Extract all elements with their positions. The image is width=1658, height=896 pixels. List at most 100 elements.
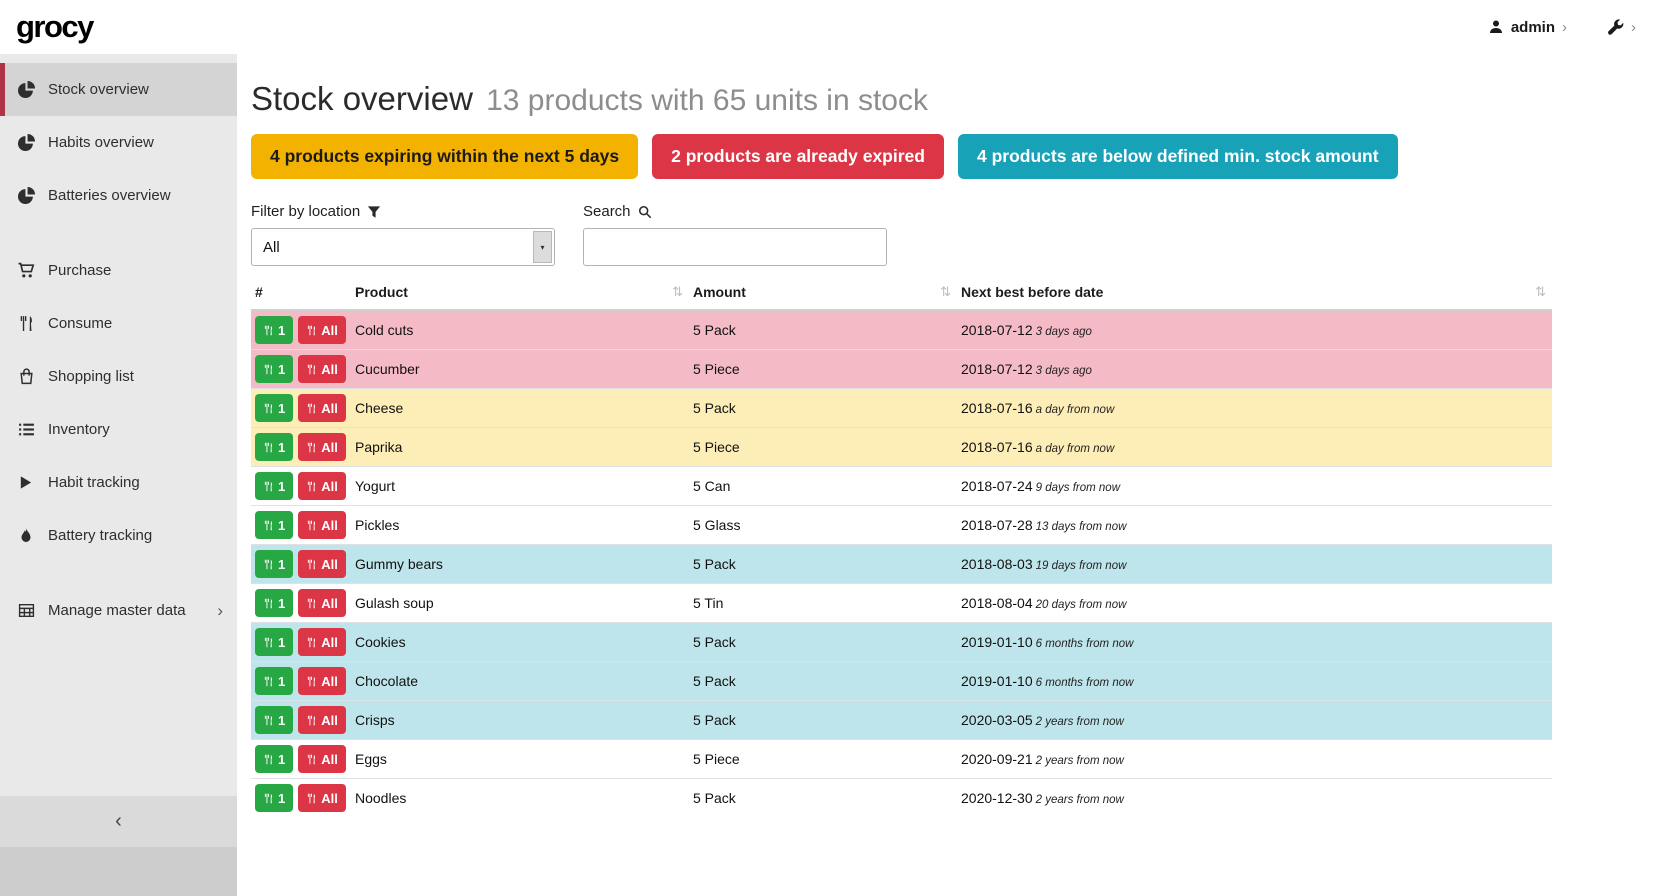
stock-table: # Product ⇅ Amount ⇅ Next best before da… <box>251 277 1552 817</box>
row-actions: 1All <box>251 467 351 506</box>
consume-all-button[interactable]: All <box>298 589 346 617</box>
consume-one-button[interactable]: 1 <box>255 472 293 500</box>
shopping-bag-icon <box>18 368 37 385</box>
consume-one-button[interactable]: 1 <box>255 550 293 578</box>
consume-all-button[interactable]: All <box>298 472 346 500</box>
consume-one-button[interactable]: 1 <box>255 784 293 812</box>
sidebar-item-stock-overview[interactable]: Stock overview <box>0 63 237 116</box>
consume-all-button[interactable]: All <box>298 550 346 578</box>
consume-all-button[interactable]: All <box>298 394 346 422</box>
sort-icon[interactable]: ⇅ <box>672 284 683 300</box>
settings-menu[interactable]: › <box>1607 19 1636 36</box>
product-amount: 5 Pack <box>689 545 957 584</box>
search-control: Search <box>583 203 887 266</box>
sidebar-item-battery-tracking[interactable]: Battery tracking <box>0 509 237 562</box>
cutlery-icon <box>306 754 317 765</box>
product-amount: 5 Piece <box>689 350 957 389</box>
row-actions: 1All <box>251 623 351 662</box>
product-name: Eggs <box>351 740 689 779</box>
consume-all-button[interactable]: All <box>298 433 346 461</box>
best-before-date: 2018-08-0319 days from now <box>957 545 1552 584</box>
consume-all-button[interactable]: All <box>298 706 346 734</box>
consume-one-button[interactable]: 1 <box>255 394 293 422</box>
sidebar-item-habit-tracking[interactable]: Habit tracking <box>0 456 237 509</box>
consume-one-button[interactable]: 1 <box>255 511 293 539</box>
sort-icon[interactable]: ⇅ <box>1535 284 1546 300</box>
page-title: Stock overview 13 products with 65 units… <box>251 80 1642 118</box>
consume-all-button[interactable]: All <box>298 667 346 695</box>
table-header-row: # Product ⇅ Amount ⇅ Next best before da… <box>251 277 1552 310</box>
cutlery-icon <box>263 715 274 726</box>
consume-one-button[interactable]: 1 <box>255 745 293 773</box>
search-input[interactable] <box>583 228 887 266</box>
sidebar-item-manage-master-data[interactable]: Manage master data › <box>0 584 237 637</box>
consume-one-button[interactable]: 1 <box>255 433 293 461</box>
sidebar-item-label: Shopping list <box>48 368 134 385</box>
alert-expiring[interactable]: 4 products expiring within the next 5 da… <box>251 134 638 179</box>
consume-one-button[interactable]: 1 <box>255 706 293 734</box>
best-before-date: 2018-07-2813 days from now <box>957 506 1552 545</box>
table-row: 1AllPickles5 Glass2018-07-2813 days from… <box>251 506 1552 545</box>
sidebar-item-habits-overview[interactable]: Habits overview <box>0 116 237 169</box>
best-before-date: 2020-03-052 years from now <box>957 701 1552 740</box>
consume-all-button[interactable]: All <box>298 745 346 773</box>
app-logo[interactable]: grocy <box>16 9 93 45</box>
consume-one-button[interactable]: 1 <box>255 628 293 656</box>
alert-below-min-stock[interactable]: 4 products are below defined min. stock … <box>958 134 1398 179</box>
product-amount: 5 Pack <box>689 701 957 740</box>
sidebar-collapse-button[interactable]: ‹ <box>0 796 237 847</box>
consume-all-button[interactable]: All <box>298 355 346 383</box>
product-name: Paprika <box>351 428 689 467</box>
row-actions: 1All <box>251 740 351 779</box>
user-name: admin <box>1511 19 1555 36</box>
consume-one-button[interactable]: 1 <box>255 589 293 617</box>
table-row: 1AllCookies5 Pack2019-01-106 months from… <box>251 623 1552 662</box>
sidebar-item-purchase[interactable]: Purchase <box>0 244 237 297</box>
chevron-right-icon: › <box>1562 19 1567 36</box>
cutlery-icon <box>306 559 317 570</box>
utensils-icon <box>18 315 37 332</box>
sidebar-item-batteries-overview[interactable]: Batteries overview <box>0 169 237 222</box>
sidebar-item-inventory[interactable]: Inventory <box>0 403 237 456</box>
sidebar-bottom-strip <box>0 847 237 896</box>
consume-all-button[interactable]: All <box>298 511 346 539</box>
product-amount: 5 Pack <box>689 310 957 350</box>
consume-all-button[interactable]: All <box>298 316 346 344</box>
row-actions: 1All <box>251 584 351 623</box>
table-row: 1AllCheese5 Pack2018-07-16a day from now <box>251 389 1552 428</box>
cutlery-icon <box>263 637 274 648</box>
product-name: Cucumber <box>351 350 689 389</box>
sidebar-item-label: Stock overview <box>48 81 149 98</box>
column-header-label: # <box>255 284 263 300</box>
consume-one-button[interactable]: 1 <box>255 667 293 695</box>
sidebar-item-consume[interactable]: Consume <box>0 297 237 350</box>
chevron-right-icon: › <box>1631 19 1636 36</box>
best-before-date: 2020-12-302 years from now <box>957 779 1552 818</box>
consume-all-button[interactable]: All <box>298 784 346 812</box>
column-header-amount[interactable]: Amount ⇅ <box>689 277 957 310</box>
consume-one-button[interactable]: 1 <box>255 355 293 383</box>
product-name: Gulash soup <box>351 584 689 623</box>
column-header-best-before[interactable]: Next best before date ⇅ <box>957 277 1552 310</box>
product-amount: 5 Piece <box>689 428 957 467</box>
product-amount: 5 Piece <box>689 740 957 779</box>
consume-one-button[interactable]: 1 <box>255 316 293 344</box>
sidebar-item-shopping-list[interactable]: Shopping list <box>0 350 237 403</box>
cutlery-icon <box>263 754 274 765</box>
column-header-product[interactable]: Product ⇅ <box>351 277 689 310</box>
user-menu[interactable]: admin › <box>1488 19 1567 36</box>
sidebar: Stock overview Habits overview Batteries… <box>0 54 237 896</box>
search-label: Search <box>583 203 887 220</box>
location-select[interactable]: All ▾ <box>251 228 555 266</box>
cutlery-icon <box>263 676 274 687</box>
consume-all-button[interactable]: All <box>298 628 346 656</box>
row-actions: 1All <box>251 545 351 584</box>
sidebar-item-label: Batteries overview <box>48 187 171 204</box>
column-header-number[interactable]: # <box>251 277 351 310</box>
table-row: 1AllYogurt5 Can2018-07-249 days from now <box>251 467 1552 506</box>
wrench-icon <box>1607 19 1624 36</box>
column-header-label: Product <box>355 284 408 300</box>
sort-icon[interactable]: ⇅ <box>940 284 951 300</box>
cutlery-icon <box>306 793 317 804</box>
alert-expired[interactable]: 2 products are already expired <box>652 134 944 179</box>
